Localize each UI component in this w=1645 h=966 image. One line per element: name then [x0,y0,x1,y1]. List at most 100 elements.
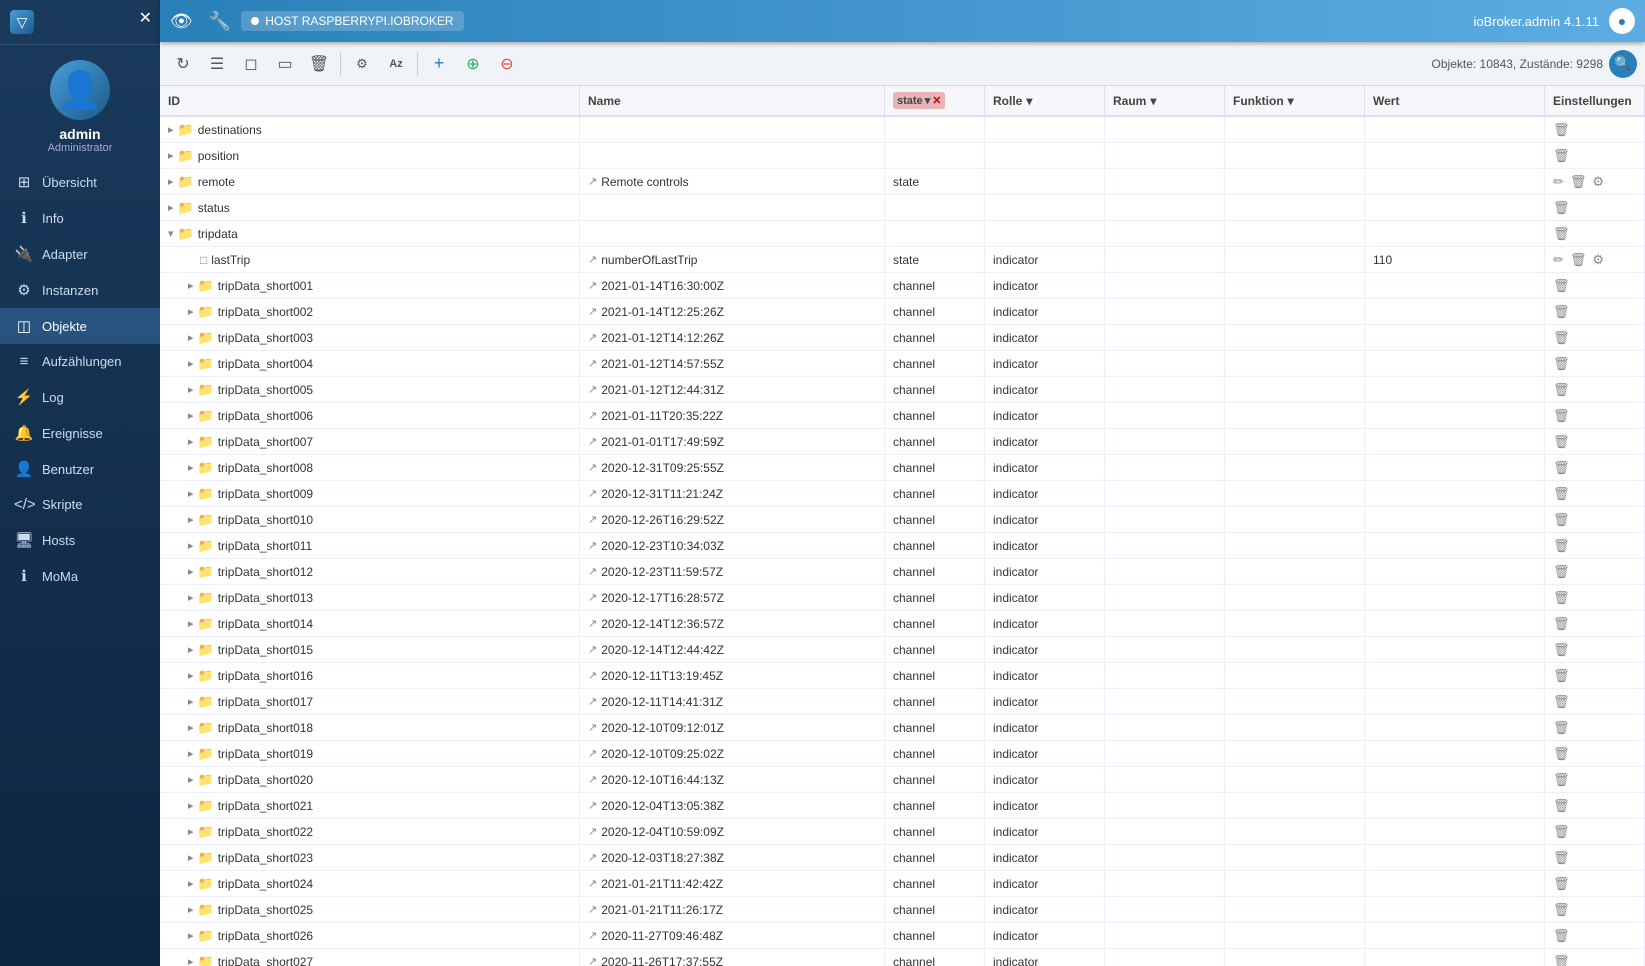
expand-button[interactable]: ▸ [188,461,194,474]
delete-row-button[interactable]: 🗑 [1553,200,1570,216]
delete-row-button[interactable]: 🗑 [1553,954,1570,966]
sidebar-item-ereignisse[interactable]: 🔔 Ereignisse [0,415,160,451]
name-filter-button[interactable]: Az [381,49,411,79]
sidebar-item-instanzen[interactable]: ⚙ Instanzen [0,272,160,308]
expand-button[interactable]: ▸ [188,773,194,786]
visibility-icon[interactable]: 👁 [170,11,193,32]
delete-row-button[interactable]: 🗑 [1553,928,1570,944]
expand-button[interactable]: ▸ [188,617,194,630]
object-view-button[interactable]: ◻ [236,49,266,79]
sidebar-item-benutzer[interactable]: 👤 Benutzer [0,451,160,487]
delete-row-button[interactable]: 🗑 [1553,408,1570,424]
expand-button[interactable]: ▸ [188,929,194,942]
settings-row-button[interactable]: ⚙ [1592,174,1604,190]
collapse-button[interactable]: ▾ [168,227,174,240]
list-view-button[interactable]: ☰ [202,49,232,79]
expand-button[interactable]: ▸ [188,669,194,682]
delete-row-button[interactable]: 🗑 [1553,590,1570,606]
expand-button[interactable]: ▸ [168,123,174,136]
sidebar-item-uebersicht[interactable]: ⊞ Übersicht [0,164,160,200]
expand-button[interactable]: ▸ [188,695,194,708]
delete-row-button[interactable]: 🗑 [1553,798,1570,814]
delete-row-button[interactable]: 🗑 [1570,252,1587,268]
expand-button[interactable]: ▸ [168,149,174,162]
expand-button[interactable]: ▸ [188,539,194,552]
expand-button[interactable]: ▸ [188,279,194,292]
sidebar-item-log[interactable]: ⚡ Log [0,379,160,415]
import-button[interactable]: ⊖ [492,49,522,79]
delete-row-button[interactable]: 🗑 [1553,434,1570,450]
role-filter-button[interactable]: ⚙ [347,49,377,79]
expand-button[interactable]: ▸ [188,331,194,344]
wrench-icon[interactable]: 🔧 [209,11,231,32]
state-filter-clear[interactable]: ✕ [932,94,941,107]
delete-row-button[interactable]: 🗑 [1553,460,1570,476]
delete-row-button[interactable]: 🗑 [1553,668,1570,684]
delete-row-button[interactable]: 🗑 [1553,694,1570,710]
sidebar-item-objekte[interactable]: ◫ Objekte [0,308,160,344]
delete-button[interactable]: 🗑 [304,49,334,79]
expand-button[interactable]: ▸ [188,851,194,864]
expand-button[interactable]: ▸ [188,643,194,656]
expand-button[interactable]: ▸ [168,201,174,214]
delete-row-button[interactable]: 🗑 [1553,564,1570,580]
th-function[interactable]: Funktion ▾ [1225,86,1365,115]
sidebar-item-hosts[interactable]: 🖥 Hosts [0,522,160,558]
delete-row-button[interactable]: 🗑 [1553,304,1570,320]
delete-row-button[interactable]: 🗑 [1553,382,1570,398]
delete-row-button[interactable]: 🗑 [1553,512,1570,528]
th-role[interactable]: Rolle ▾ [985,86,1105,115]
delete-row-button[interactable]: 🗑 [1553,226,1570,242]
edit-button[interactable]: ✏ [1553,174,1564,190]
delete-row-button[interactable]: 🗑 [1553,902,1570,918]
th-state[interactable]: state ▾ ✕ [885,86,985,115]
delete-row-button[interactable]: 🗑 [1553,850,1570,866]
expand-button[interactable]: ▸ [168,175,174,188]
expand-button[interactable]: ▸ [188,409,194,422]
expand-button[interactable]: ▸ [188,903,194,916]
th-room[interactable]: Raum ▾ [1105,86,1225,115]
delete-row-button[interactable]: 🗑 [1553,278,1570,294]
expand-button[interactable]: ▸ [188,513,194,526]
refresh-button[interactable]: ↻ [168,49,198,79]
delete-row-button[interactable]: 🗑 [1553,538,1570,554]
delete-row-button[interactable]: 🗑 [1553,876,1570,892]
expand-button[interactable]: ▸ [188,799,194,812]
delete-row-button[interactable]: 🗑 [1553,122,1570,138]
delete-row-button[interactable]: 🗑 [1553,824,1570,840]
expand-button[interactable]: ▸ [188,591,194,604]
expand-button[interactable]: ▸ [188,487,194,500]
sidebar-item-info[interactable]: ℹ Info [0,200,160,236]
expand-button[interactable]: ▸ [188,435,194,448]
sidebar-item-aufzaehlungen[interactable]: ≡ Aufzählungen [0,344,160,379]
delete-row-button[interactable]: 🗑 [1553,330,1570,346]
state-view-button[interactable]: ▭ [270,49,300,79]
edit-button[interactable]: ✏ [1553,252,1564,268]
expand-button[interactable]: ▸ [188,955,194,966]
sidebar-item-moma[interactable]: ℹ MoMa [0,558,160,594]
expand-button[interactable]: ▸ [188,383,194,396]
expand-button[interactable]: ▸ [188,747,194,760]
sidebar-item-skripte[interactable]: </> Skripte [0,487,160,522]
expand-button[interactable]: ▸ [188,825,194,838]
expand-button[interactable]: ▸ [188,305,194,318]
settings-row-button[interactable]: ⚙ [1592,252,1604,268]
expand-button[interactable]: ▸ [188,877,194,890]
add-button[interactable]: + [424,49,454,79]
host-badge[interactable]: HOST RASPBERRYPI.IOBROKER [241,11,463,31]
delete-row-button[interactable]: 🗑 [1553,746,1570,762]
sidebar-item-adapter[interactable]: 🔌 Adapter [0,236,160,272]
close-sidebar-button[interactable]: ✕ [139,8,152,28]
delete-row-button[interactable]: 🗑 [1553,720,1570,736]
delete-row-button[interactable]: 🗑 [1570,174,1587,190]
search-button[interactable]: 🔍 [1609,50,1637,78]
delete-row-button[interactable]: 🗑 [1553,356,1570,372]
delete-row-button[interactable]: 🗑 [1553,486,1570,502]
delete-row-button[interactable]: 🗑 [1553,148,1570,164]
add-state-button[interactable]: ⊕ [458,49,488,79]
expand-button[interactable]: ▸ [188,565,194,578]
delete-row-button[interactable]: 🗑 [1553,642,1570,658]
expand-button[interactable]: ▸ [188,721,194,734]
expand-button[interactable]: ▸ [188,357,194,370]
delete-row-button[interactable]: 🗑 [1553,616,1570,632]
